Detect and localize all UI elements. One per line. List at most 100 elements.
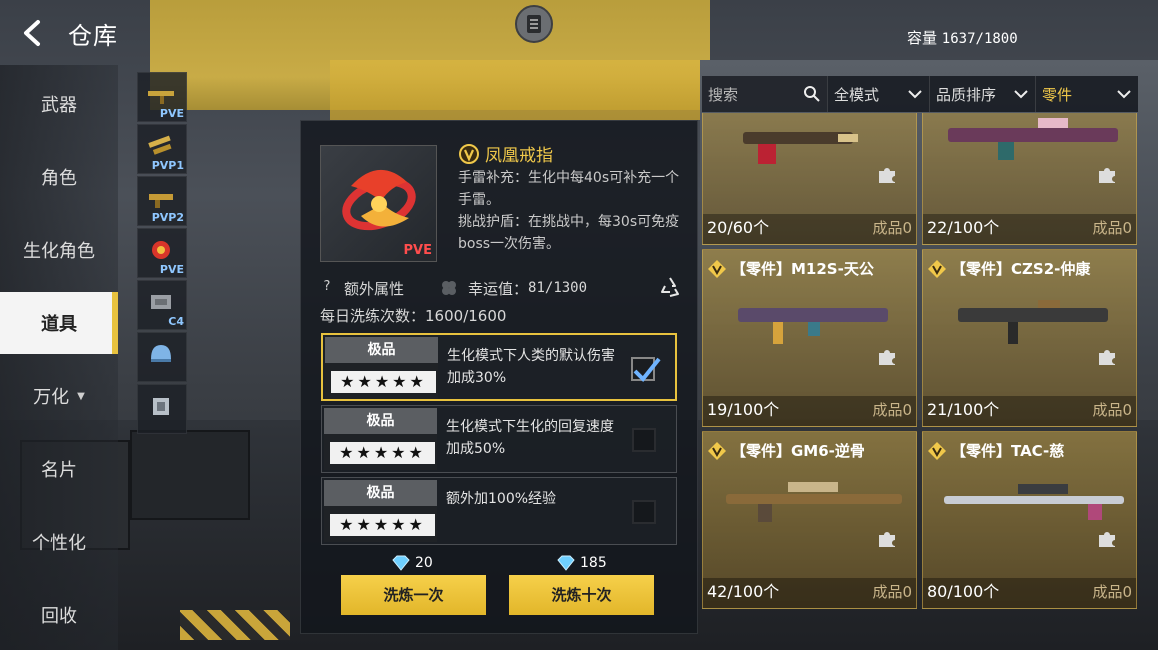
search-input[interactable]: 搜索	[702, 76, 828, 112]
part-card[interactable]: 【零件】M12S-天公 19/100个 成品0	[702, 249, 917, 427]
subcategory-item[interactable]: PVP1	[137, 124, 187, 174]
part-name-row: 【零件】TAC-慈	[927, 440, 1064, 461]
question-icon[interactable]: ?	[318, 279, 336, 297]
nav-item-wanhua[interactable]: 万化 ▼	[0, 365, 118, 427]
nav-item-personalize[interactable]: 个性化	[0, 511, 118, 573]
recycle-icon[interactable]	[658, 275, 682, 299]
crafted-count: 成品0	[1092, 583, 1132, 601]
rank-v-icon	[708, 441, 726, 460]
notes-button[interactable]	[515, 5, 553, 43]
wash-count-value: 1600/1600	[425, 307, 507, 325]
part-card[interactable]: 【零件】CZS2-仲康 21/100个 成品0	[922, 249, 1137, 427]
part-name: 【零件】GM6-逆骨	[731, 442, 865, 460]
attribute-option[interactable]: 极品 ★★★★★ 生化模式下人类的默认伤害加成30%	[321, 333, 677, 401]
capacity-value: 1637/1800	[941, 31, 1018, 47]
wash-once-button[interactable]: 洗炼一次	[341, 575, 486, 615]
diamond-icon	[392, 555, 410, 571]
nav-item-cards[interactable]: 名片	[0, 438, 118, 500]
part-name-row: 【零件】CZS2-仲康	[927, 258, 1090, 279]
grade-box: 极品 ★★★★★	[324, 408, 437, 470]
part-card[interactable]: 【零件】TAC-慈 80/100个 成品0	[922, 431, 1137, 609]
mode-badge: PVE	[403, 243, 432, 258]
item-description-line: 手雷补充：生化中每40s可补充一个手雷。	[458, 170, 680, 208]
attribute-row: ? 额外属性 幸运值： 81/1300	[318, 275, 688, 301]
category-filter-dropdown[interactable]: 零件	[1036, 76, 1138, 112]
part-name: 【零件】TAC-慈	[951, 442, 1065, 460]
capacity-label: 容量	[907, 29, 938, 47]
crafted-count: 成品0	[1092, 219, 1132, 237]
checkmark-icon	[633, 357, 661, 382]
smg-image	[958, 300, 1108, 344]
nav-item-items[interactable]: 道具	[0, 292, 118, 354]
puzzle-piece-icon	[879, 168, 895, 183]
nav-item-characters[interactable]: 角色	[0, 146, 118, 208]
nav-item-label: 道具	[41, 314, 77, 335]
page-title: 仓库	[68, 22, 118, 50]
wash-count-label: 每日洗练次数：	[320, 307, 426, 325]
back-button[interactable]	[18, 18, 48, 48]
subcategory-item[interactable]	[137, 332, 187, 382]
sort-value: 品质排序	[936, 85, 997, 104]
sort-dropdown[interactable]: 品质排序	[930, 76, 1036, 112]
grade-box: 极品 ★★★★★	[324, 480, 437, 542]
part-card[interactable]: 22/100个 成品0	[922, 113, 1137, 245]
subcategory-item[interactable]: C4	[137, 280, 187, 330]
puzzle-piece-icon	[1099, 168, 1115, 183]
sniper-rifle-image	[726, 482, 902, 522]
subcategory-item[interactable]	[137, 384, 187, 434]
part-card[interactable]: 20/60个 成品0	[702, 113, 917, 245]
crafted-count: 成品0	[1092, 401, 1132, 419]
document-icon	[527, 15, 541, 33]
nav-item-label: 回收	[41, 606, 77, 627]
wash-ten-cost: 185	[556, 555, 607, 571]
part-count: 42/100个	[707, 582, 780, 601]
wash-once-cost-value: 20	[415, 555, 433, 571]
part-name-row: 【零件】GM6-逆骨	[707, 440, 865, 461]
nav-item-weapons[interactable]: 武器	[0, 73, 118, 135]
grade-box: 极品 ★★★★★	[325, 337, 438, 399]
pistol-image	[743, 132, 858, 164]
mode-filter-value: 全模式	[834, 85, 880, 104]
part-count: 80/100个	[927, 582, 1000, 601]
rank-v-icon	[928, 259, 946, 278]
wash-ten-button[interactable]: 洗炼十次	[509, 575, 654, 615]
grade-label: 极品	[324, 408, 437, 434]
mode-filter-dropdown[interactable]: 全模式	[828, 76, 930, 112]
part-count: 22/100个	[927, 218, 1000, 237]
nav-item-label: 角色	[41, 168, 77, 189]
subcategory-item[interactable]: PVE	[137, 228, 187, 278]
item-name: 凤凰戒指	[485, 146, 553, 166]
item-description-line: 挑战护盾：在挑战中，每30s可免疫boss一次伤害。	[458, 214, 680, 252]
subcategory-tag: PVE	[159, 263, 184, 276]
option-description: 生化模式下生化的回复速度加成50%	[446, 419, 614, 457]
subcategory-item[interactable]: PVE	[137, 72, 187, 122]
nav-item-label: 生化角色	[23, 241, 95, 262]
nav-item-zombie-characters[interactable]: 生化角色	[0, 219, 118, 281]
crafted-count: 成品0	[872, 219, 912, 237]
nav-item-label: 万化	[33, 387, 70, 408]
phoenix-ring-thumbnail-icon	[152, 241, 170, 259]
option-description: 生化模式下人类的默认伤害加成30%	[447, 348, 615, 386]
crafted-count: 成品0	[872, 401, 912, 419]
option-checkbox[interactable]	[631, 357, 661, 382]
background-beam	[330, 60, 710, 120]
option-description: 额外加100%经验	[446, 491, 557, 507]
attribute-option[interactable]: 极品 ★★★★★ 生化模式下生化的回复速度加成50%	[321, 405, 677, 473]
option-checkbox[interactable]	[632, 428, 656, 452]
subcategory-item[interactable]: PVP2	[137, 176, 187, 226]
parts-grid: 20/60个 成品0 22/100个 成品0 【零件】M12S-天公 19/10…	[702, 113, 1138, 633]
filter-bar: 搜索 全模式 品质排序 零件	[702, 76, 1138, 112]
attribute-option[interactable]: 极品 ★★★★★ 额外加100%经验	[321, 477, 677, 545]
nav-item-recycle[interactable]: 回收	[0, 584, 118, 646]
helmet-thumbnail-icon	[151, 345, 171, 362]
grenade-thumbnail-icon	[148, 135, 172, 155]
capacity-indicator: 容量 1637/1800	[907, 27, 1018, 48]
part-card[interactable]: 【零件】GM6-逆骨 42/100个 成品0	[702, 431, 917, 609]
part-name: 【零件】CZS2-仲康	[951, 260, 1091, 278]
category-filter-value: 零件	[1042, 85, 1073, 104]
subcategory-tag: C4	[168, 315, 184, 328]
rank-v-icon	[928, 441, 946, 460]
option-checkbox[interactable]	[632, 500, 656, 524]
sniper-rifle-image	[944, 484, 1124, 520]
diamond-icon	[557, 555, 575, 571]
